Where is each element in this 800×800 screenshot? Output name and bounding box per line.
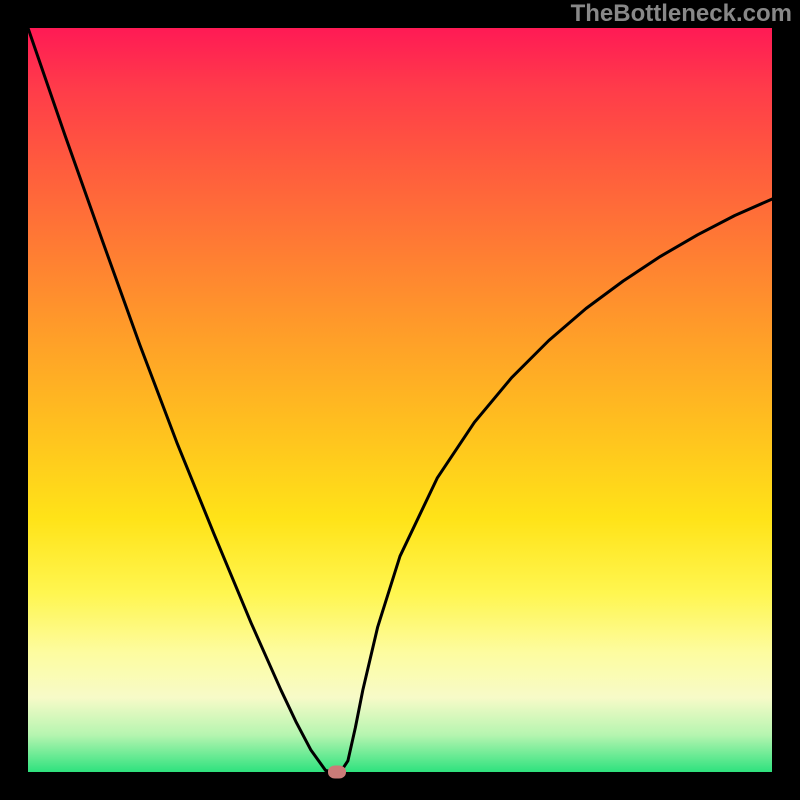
bottleneck-curve-path [28, 28, 772, 772]
chart-frame: TheBottleneck.com [0, 0, 800, 800]
plot-area [28, 28, 772, 772]
minimum-marker [328, 766, 346, 779]
watermark-text: TheBottleneck.com [571, 0, 792, 28]
curve-svg [28, 28, 772, 772]
